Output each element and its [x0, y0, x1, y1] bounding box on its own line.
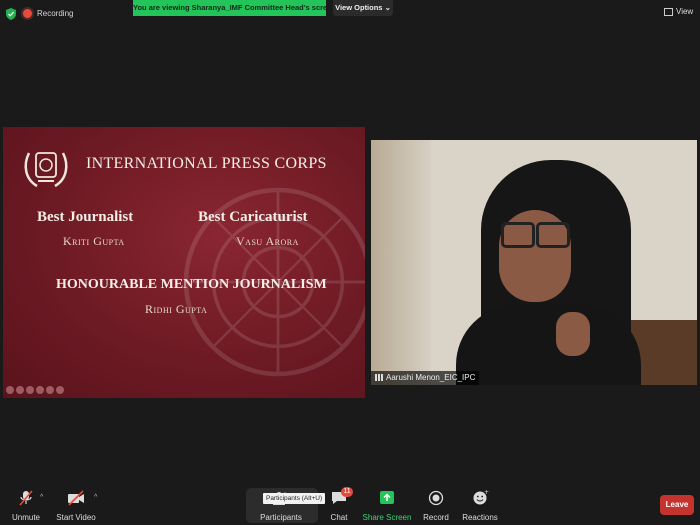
glasses-right — [536, 222, 570, 248]
view-options-button[interactable]: View Options ⌄ — [333, 0, 393, 16]
laurel-emblem-icon — [24, 152, 68, 188]
participant-video-tile[interactable]: Aarushi Menon_EIC_IPC — [371, 140, 697, 385]
participant-name-tag: Aarushi Menon_EIC_IPC — [371, 371, 480, 385]
reactions-icon: + — [473, 490, 489, 505]
participants-label: Participants — [260, 513, 302, 522]
recording-icon — [23, 9, 32, 18]
background-wall — [371, 140, 431, 385]
slide-prev-icon[interactable] — [6, 386, 14, 394]
start-video-label: Start Video — [56, 513, 96, 522]
slide-next-icon[interactable] — [16, 386, 24, 394]
start-video-button[interactable]: Start Video — [44, 490, 108, 522]
reactions-button[interactable]: + Reactions — [448, 490, 512, 522]
chat-unread-badge: 11 — [341, 487, 353, 497]
slide-zoom-icon[interactable] — [46, 386, 54, 394]
chevron-down-icon: ⌄ — [384, 3, 391, 12]
participant-hand — [556, 312, 590, 356]
viewing-screen-banner: You are viewing Sharanya_IMF Committee H… — [133, 0, 326, 16]
slide-more-icon[interactable] — [56, 386, 64, 394]
reactions-label: Reactions — [462, 513, 498, 522]
grid-view-icon — [664, 7, 673, 16]
award-heading: Best Caricaturist — [198, 209, 308, 225]
video-options-caret[interactable]: ^ — [94, 494, 97, 501]
award-heading: Honourable Mention Journalism — [56, 277, 327, 292]
award-name: Vasu Arora — [236, 234, 299, 248]
view-label: View — [676, 7, 694, 16]
slide-title: International Press Corps — [86, 155, 327, 172]
recording-label: Recording — [37, 9, 74, 18]
video-off-icon — [68, 490, 84, 506]
glasses-left — [501, 222, 535, 248]
meeting-top-bar: Recording You are viewing Sharanya_IMF C… — [0, 0, 700, 28]
audio-options-caret[interactable]: ^ — [40, 494, 43, 501]
slide-pen-icon[interactable] — [26, 386, 34, 394]
award-name: Ridhi Gupta — [145, 302, 208, 316]
award-heading: Best Journalist — [37, 209, 134, 225]
unmute-label: Unmute — [11, 513, 40, 522]
award-name: Kriti Gupta — [63, 234, 125, 248]
chat-label: Chat — [330, 513, 348, 522]
slideshow-controls[interactable] — [6, 386, 64, 394]
leave-button[interactable]: Leave — [660, 495, 694, 515]
participant-name: Aarushi Menon_EIC_IPC — [386, 373, 476, 382]
share-screen-icon — [380, 491, 394, 504]
signal-icon — [375, 374, 383, 381]
shared-screen[interactable]: International Press Corps Best Journalis… — [3, 127, 365, 398]
view-button[interactable]: View — [664, 7, 693, 16]
participant-body — [456, 305, 641, 385]
muted-microphone-icon — [19, 490, 33, 506]
shield-icon[interactable] — [6, 8, 16, 20]
view-options-label: View Options — [335, 3, 383, 12]
svg-text:+: + — [484, 490, 489, 496]
record-icon — [428, 490, 444, 506]
slide-grid-icon[interactable] — [36, 386, 44, 394]
record-label: Record — [423, 513, 449, 522]
